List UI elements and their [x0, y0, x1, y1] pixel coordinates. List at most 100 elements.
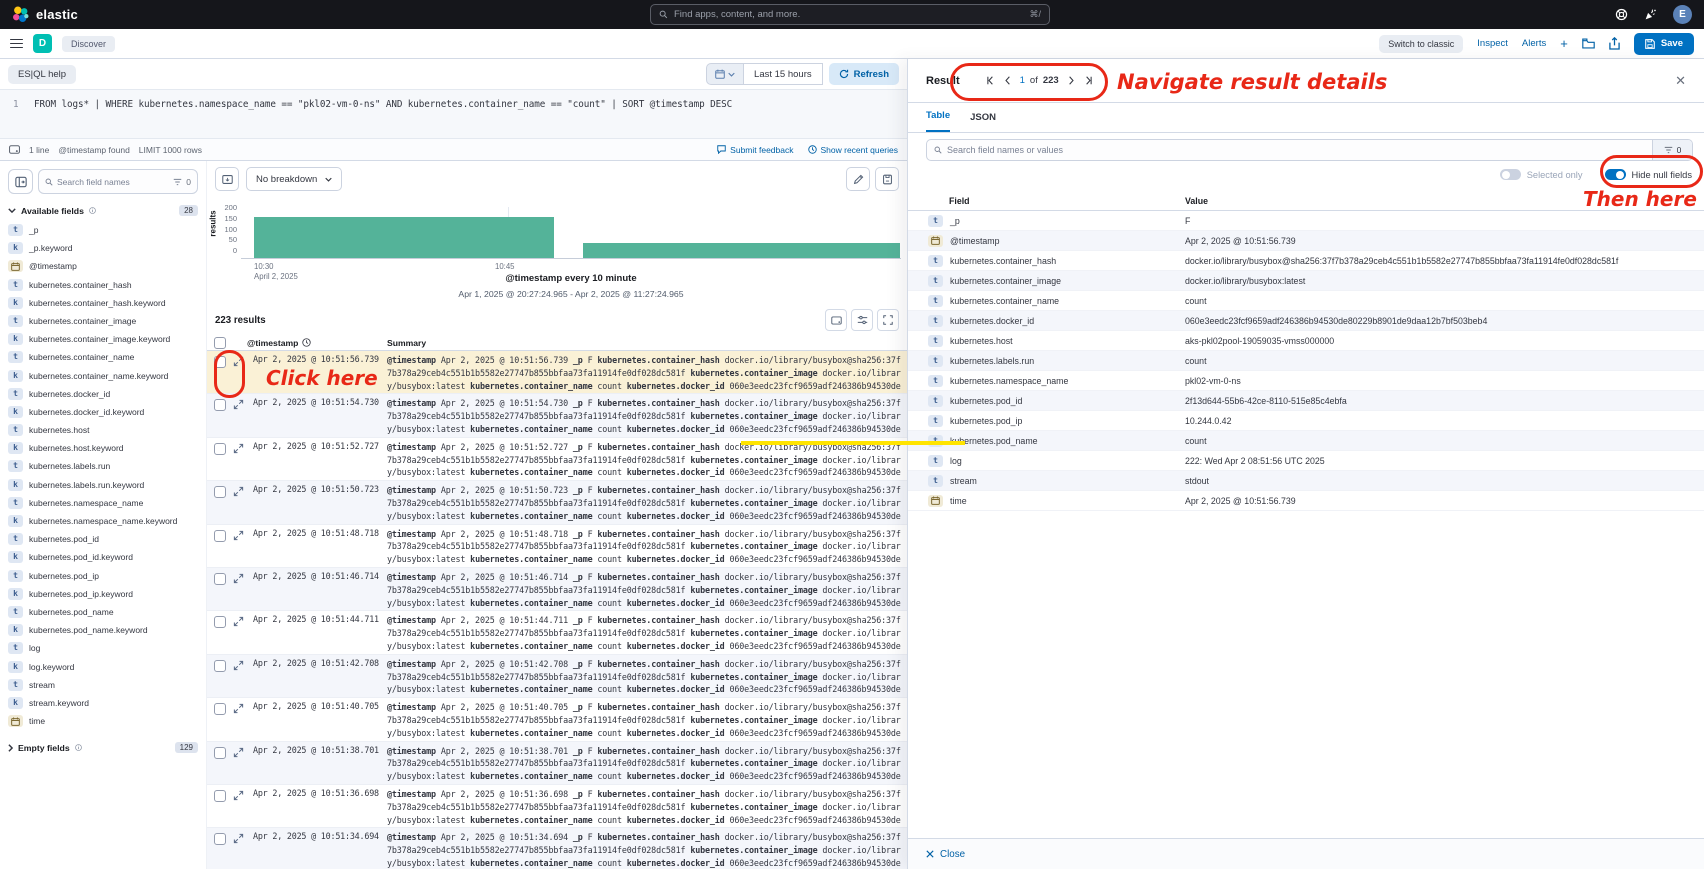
result-row[interactable]: Apr 2, 2025 @ 10:51:44.711@timestamp Apr…: [207, 611, 907, 654]
row-settings-icon[interactable]: [851, 309, 873, 331]
row-checkbox[interactable]: [214, 443, 226, 455]
row-checkbox[interactable]: [214, 399, 226, 411]
sidebar-field-item[interactable]: tkubernetes.namespace_name: [8, 496, 198, 514]
timestamp-column-header[interactable]: @timestamp: [247, 338, 374, 348]
sidebar-field-item[interactable]: time: [8, 714, 198, 732]
doc-field-row[interactable]: t_pF: [908, 211, 1704, 231]
collapse-sidebar-button[interactable]: [8, 169, 33, 194]
next-page-icon[interactable]: [1068, 76, 1075, 85]
doc-field-row[interactable]: tkubernetes.docker_id060e3eedc23fcf9659a…: [908, 311, 1704, 331]
doc-field-row[interactable]: @timestampApr 2, 2025 @ 10:51:56.739: [908, 231, 1704, 251]
refresh-button[interactable]: Refresh: [829, 63, 899, 85]
show-recent-queries-link[interactable]: Show recent queries: [808, 145, 899, 155]
sidebar-field-item[interactable]: tkubernetes.container_name: [8, 350, 198, 368]
sidebar-field-item[interactable]: kkubernetes.labels.run.keyword: [8, 478, 198, 496]
esql-query-editor[interactable]: 1 FROM logs* | WHERE kubernetes.namespac…: [0, 89, 907, 138]
last-page-icon[interactable]: [1084, 76, 1093, 85]
result-row[interactable]: Apr 2, 2025 @ 10:51:40.705@timestamp Apr…: [207, 698, 907, 741]
sidebar-field-item[interactable]: klog.keyword: [8, 660, 198, 678]
inspect-button[interactable]: Inspect: [1477, 38, 1508, 49]
tab-json[interactable]: JSON: [970, 112, 996, 132]
histogram-bar[interactable]: [254, 217, 554, 258]
selected-only-toggle[interactable]: Selected only: [1500, 169, 1583, 180]
available-fields-header[interactable]: Available fields 28: [8, 205, 198, 216]
result-row[interactable]: Apr 2, 2025 @ 10:51:46.714@timestamp Apr…: [207, 568, 907, 611]
doc-field-row[interactable]: tkubernetes.labels.runcount: [908, 351, 1704, 371]
save-visualization-icon[interactable]: [875, 167, 899, 191]
sidebar-field-item[interactable]: kkubernetes.pod_ip.keyword: [8, 587, 198, 605]
row-checkbox[interactable]: [214, 747, 226, 759]
sidebar-field-item[interactable]: kkubernetes.container_name.keyword: [8, 369, 198, 387]
help-icon[interactable]: [1615, 8, 1628, 21]
result-row[interactable]: Apr 2, 2025 @ 10:51:56.739@timestamp Apr…: [207, 351, 907, 394]
sidebar-field-item[interactable]: kkubernetes.pod_id.keyword: [8, 550, 198, 568]
expand-row-button[interactable]: [233, 530, 245, 567]
sidebar-field-item[interactable]: kkubernetes.docker_id.keyword: [8, 405, 198, 423]
sidebar-field-item[interactable]: tkubernetes.container_hash: [8, 278, 198, 296]
result-row[interactable]: Apr 2, 2025 @ 10:51:54.730@timestamp Apr…: [207, 394, 907, 437]
doc-field-row[interactable]: timeApr 2, 2025 @ 10:51:56.739: [908, 491, 1704, 511]
close-flyout-button[interactable]: Close: [926, 849, 965, 860]
space-badge[interactable]: D: [33, 34, 52, 53]
sidebar-field-item[interactable]: tkubernetes.docker_id: [8, 387, 198, 405]
result-row[interactable]: Apr 2, 2025 @ 10:51:48.718@timestamp Apr…: [207, 525, 907, 568]
open-folder-icon[interactable]: [1582, 38, 1595, 49]
sidebar-field-item[interactable]: tlog: [8, 641, 198, 659]
result-row[interactable]: Apr 2, 2025 @ 10:51:50.723@timestamp Apr…: [207, 481, 907, 524]
expand-row-button[interactable]: [233, 486, 245, 523]
expand-row-button[interactable]: [233, 573, 245, 610]
sidebar-field-item[interactable]: kstream.keyword: [8, 696, 198, 714]
row-checkbox[interactable]: [214, 660, 226, 672]
doc-search-input[interactable]: Search field names or values 0: [926, 139, 1693, 161]
share-icon[interactable]: [1609, 37, 1620, 50]
expand-row-button[interactable]: [233, 356, 245, 393]
result-row[interactable]: Apr 2, 2025 @ 10:51:42.708@timestamp Apr…: [207, 655, 907, 698]
row-checkbox[interactable]: [214, 790, 226, 802]
sidebar-field-item[interactable]: @timestamp: [8, 259, 198, 277]
expand-row-button[interactable]: [233, 443, 245, 480]
save-button[interactable]: Save: [1634, 33, 1694, 55]
display-options-icon[interactable]: [825, 309, 847, 331]
previous-page-icon[interactable]: [1004, 76, 1011, 85]
toggle-on-switch[interactable]: [1605, 169, 1626, 180]
toggle-off-switch[interactable]: [1500, 169, 1521, 180]
row-checkbox[interactable]: [214, 356, 226, 368]
expand-row-button[interactable]: [233, 399, 245, 436]
doc-field-row[interactable]: tkubernetes.hostaks-pkl02pool-19059035-v…: [908, 331, 1704, 351]
elastic-logo[interactable]: elastic: [12, 6, 78, 23]
date-picker-button[interactable]: [706, 63, 744, 85]
sidebar-field-item[interactable]: tkubernetes.labels.run: [8, 459, 198, 477]
histogram-toggle-icon[interactable]: [215, 167, 239, 191]
doc-field-row[interactable]: tkubernetes.pod_namecount: [908, 431, 1704, 451]
sidebar-field-item[interactable]: kkubernetes.namespace_name.keyword: [8, 514, 198, 532]
close-flyout-icon[interactable]: ✕: [1675, 73, 1686, 89]
field-search-input[interactable]: Search field names 0: [38, 169, 198, 194]
expand-row-button[interactable]: [233, 833, 245, 869]
doc-field-row[interactable]: tkubernetes.container_hashdocker.io/libr…: [908, 251, 1704, 271]
expand-row-button[interactable]: [233, 790, 245, 827]
edit-visualization-icon[interactable]: [846, 167, 870, 191]
sidebar-field-item[interactable]: k_p.keyword: [8, 241, 198, 259]
histogram-bar[interactable]: [583, 243, 900, 258]
news-icon[interactable]: [1644, 8, 1657, 21]
result-row[interactable]: Apr 2, 2025 @ 10:51:36.698@timestamp Apr…: [207, 785, 907, 828]
result-row[interactable]: Apr 2, 2025 @ 10:51:34.694@timestamp Apr…: [207, 828, 907, 869]
row-checkbox[interactable]: [214, 530, 226, 542]
sidebar-field-item[interactable]: tkubernetes.pod_id: [8, 532, 198, 550]
time-range-button[interactable]: Last 15 hours: [744, 63, 823, 85]
menu-icon[interactable]: [10, 39, 23, 49]
histogram-chart[interactable]: [241, 207, 901, 259]
first-page-icon[interactable]: [986, 76, 995, 85]
expand-row-button[interactable]: [233, 703, 245, 740]
expand-row-button[interactable]: [233, 660, 245, 697]
tab-table[interactable]: Table: [926, 110, 950, 132]
submit-feedback-link[interactable]: Submit feedback: [717, 145, 793, 155]
doc-field-row[interactable]: tstreamstdout: [908, 471, 1704, 491]
sidebar-field-item[interactable]: tstream: [8, 678, 198, 696]
alerts-button[interactable]: Alerts: [1522, 38, 1546, 49]
hide-null-fields-toggle[interactable]: Hide null fields: [1605, 169, 1692, 180]
row-checkbox[interactable]: [214, 703, 226, 715]
expand-row-button[interactable]: [233, 747, 245, 784]
user-avatar[interactable]: E: [1673, 5, 1692, 24]
new-session-button[interactable]: +: [1560, 39, 1568, 49]
